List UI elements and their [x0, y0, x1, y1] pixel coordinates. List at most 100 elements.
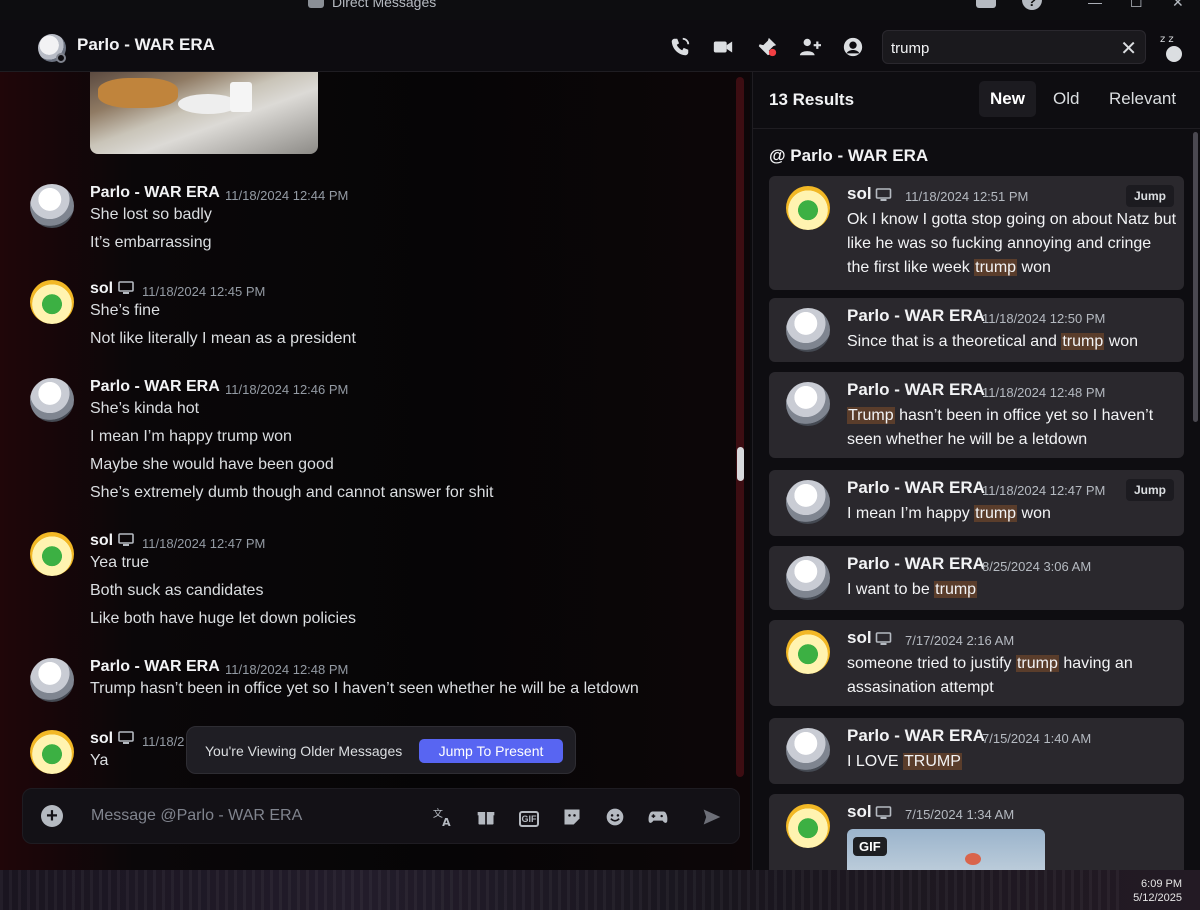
message-text: Yea true [90, 554, 150, 571]
user-profile-icon[interactable] [841, 35, 865, 59]
search-result-card[interactable]: Parlo - WAR ERA 11/18/2024 12:47 PM Jump I … [769, 470, 1184, 536]
search-bar[interactable]: ✕ [882, 30, 1146, 64]
close-window-button[interactable]: ✕ [1172, 0, 1184, 11]
image-attachment[interactable] [90, 72, 318, 154]
message-author[interactable]: Parlo - WAR ERA [90, 184, 220, 202]
search-result-card[interactable]: Parlo - WAR ERA 11/18/2024 12:50 PM Since … [769, 298, 1184, 362]
inbox-sleep-icon[interactable]: z z [1158, 30, 1190, 64]
taskbar-clock[interactable]: 6:09 PM 5/12/2025 [1133, 877, 1182, 905]
taskbar-wallpaper [0, 870, 1120, 910]
message-avatar[interactable] [30, 658, 74, 702]
tab-old[interactable]: Old [1042, 81, 1090, 117]
search-results-panel: 13 Results New Old Relevant @ Parlo - WA… [752, 72, 1200, 870]
message-text: She lost so badly [90, 206, 212, 223]
activities-gamepad-icon[interactable] [646, 805, 670, 829]
search-result-card[interactable]: Parlo - WAR ERA 8/25/2024 3:06 AM I want t… [769, 546, 1184, 610]
message-timestamp: 11/18/2024 12:44 PM [225, 188, 349, 203]
result-timestamp: 7/15/2024 1:34 AM [905, 807, 1015, 822]
search-result-card[interactable]: Parlo - WAR ERA 7/15/2024 1:40 AM I LOVE T… [769, 718, 1184, 784]
search-match-highlight: Trump [847, 407, 895, 424]
help-icon[interactable]: ? [1022, 0, 1042, 10]
message-avatar[interactable] [30, 730, 74, 774]
jump-to-present-button[interactable]: Jump To Present [419, 739, 563, 763]
search-result-card[interactable]: sol 7/17/2024 2:16 AM someone tried to jus… [769, 620, 1184, 706]
message-text: She’s kinda hot [90, 400, 200, 417]
message-text: She’s extremely dumb though and cannot a… [90, 484, 494, 501]
tab-new[interactable]: New [979, 81, 1036, 117]
result-timestamp: 7/15/2024 1:40 AM [982, 731, 1092, 746]
search-result-card[interactable]: sol 7/15/2024 1:34 AM GIF [769, 794, 1184, 870]
result-author[interactable]: Parlo - WAR ERA [847, 554, 985, 574]
jump-button[interactable]: Jump [1125, 479, 1174, 501]
inbox-icon[interactable] [976, 0, 996, 8]
result-avatar[interactable] [786, 186, 830, 230]
result-avatar[interactable] [786, 556, 830, 600]
result-avatar[interactable] [786, 804, 830, 848]
send-icon[interactable] [700, 805, 724, 829]
clear-search-icon[interactable]: ✕ [1120, 36, 1137, 61]
message-composer[interactable]: + Message @Parlo - WAR ERA 文A GIF [22, 788, 740, 844]
gift-icon[interactable] [474, 805, 498, 829]
chat-scrollbar-thumb[interactable] [737, 447, 744, 481]
search-result-card[interactable]: Parlo - WAR ERA 11/18/2024 12:48 PM Trump … [769, 372, 1184, 458]
window-title-text: Direct Messages [332, 0, 437, 10]
dm-name[interactable]: Parlo - WAR ERA [77, 35, 215, 55]
search-input[interactable] [891, 37, 1111, 59]
upload-plus-icon[interactable]: + [41, 805, 63, 827]
result-avatar[interactable] [786, 728, 830, 772]
result-avatar[interactable] [786, 480, 830, 524]
video-call-icon[interactable] [711, 35, 735, 59]
maximize-button[interactable]: ☐ [1130, 0, 1143, 11]
desktop-platform-icon [875, 188, 892, 201]
result-author[interactable]: Parlo - WAR ERA [847, 380, 985, 400]
message-timestamp: 11/18/2024 12:48 PM [225, 662, 349, 677]
jump-button[interactable]: Jump [1125, 185, 1174, 207]
gif-badge: GIF [853, 837, 887, 856]
message-timestamp: 11/18/2024 12:45 PM [142, 284, 266, 299]
search-result-card[interactable]: sol 11/18/2024 12:51 PM Jump Ok I know I go… [769, 176, 1184, 290]
message-author[interactable]: sol [90, 280, 113, 298]
result-text: Since that is a theoretical and trump wo… [847, 330, 1177, 354]
result-author[interactable]: Parlo - WAR ERA [847, 306, 985, 326]
food-shape [98, 78, 178, 108]
message-input[interactable]: Message @Parlo - WAR ERA [91, 807, 302, 825]
results-channel-label: @ Parlo - WAR ERA [769, 146, 929, 165]
results-divider [753, 128, 1200, 129]
message-avatar[interactable] [30, 280, 74, 324]
gif-attachment[interactable]: GIF [847, 829, 1045, 870]
chat-scrollbar-track[interactable] [736, 77, 744, 777]
minimize-button[interactable]: — [1088, 0, 1102, 10]
voice-call-icon[interactable] [668, 35, 692, 59]
os-taskbar: 6:09 PM 5/12/2025 [0, 870, 1200, 910]
message-author[interactable]: sol [90, 532, 113, 550]
message-author[interactable]: Parlo - WAR ERA [90, 378, 220, 396]
results-scrollbar[interactable] [1193, 132, 1198, 422]
gif-picker-icon[interactable]: GIF [517, 805, 541, 829]
result-timestamp: 7/17/2024 2:16 AM [905, 633, 1015, 648]
tab-relevant[interactable]: Relevant [1098, 81, 1187, 117]
result-avatar[interactable] [786, 630, 830, 674]
result-avatar[interactable] [786, 308, 830, 352]
gif-label: GIF [519, 811, 539, 827]
result-text-segment: Since that is a theoretical and [847, 333, 1062, 350]
message-author[interactable]: sol [90, 730, 113, 748]
result-author[interactable]: sol [847, 802, 872, 822]
search-match-highlight: trump [1061, 333, 1105, 350]
result-text-segment: won [1104, 333, 1139, 350]
result-author[interactable]: Parlo - WAR ERA [847, 726, 985, 746]
result-author[interactable]: sol [847, 628, 872, 648]
message-avatar[interactable] [30, 184, 74, 228]
result-avatar[interactable] [786, 382, 830, 426]
emoji-icon[interactable] [603, 805, 627, 829]
translate-icon[interactable]: 文A [431, 805, 455, 829]
result-text-segment: won [1017, 505, 1051, 522]
message-avatar[interactable] [30, 378, 74, 422]
result-author[interactable]: sol [847, 184, 872, 204]
result-author[interactable]: Parlo - WAR ERA [847, 478, 985, 498]
message-avatar[interactable] [30, 532, 74, 576]
pinned-messages-icon[interactable] [755, 35, 779, 59]
sticker-icon[interactable] [560, 805, 584, 829]
add-friends-to-dm-icon[interactable] [798, 35, 822, 59]
message-author[interactable]: Parlo - WAR ERA [90, 658, 220, 676]
os-titlebar: Direct Messages ? — ☐ ✕ [0, 0, 1200, 20]
